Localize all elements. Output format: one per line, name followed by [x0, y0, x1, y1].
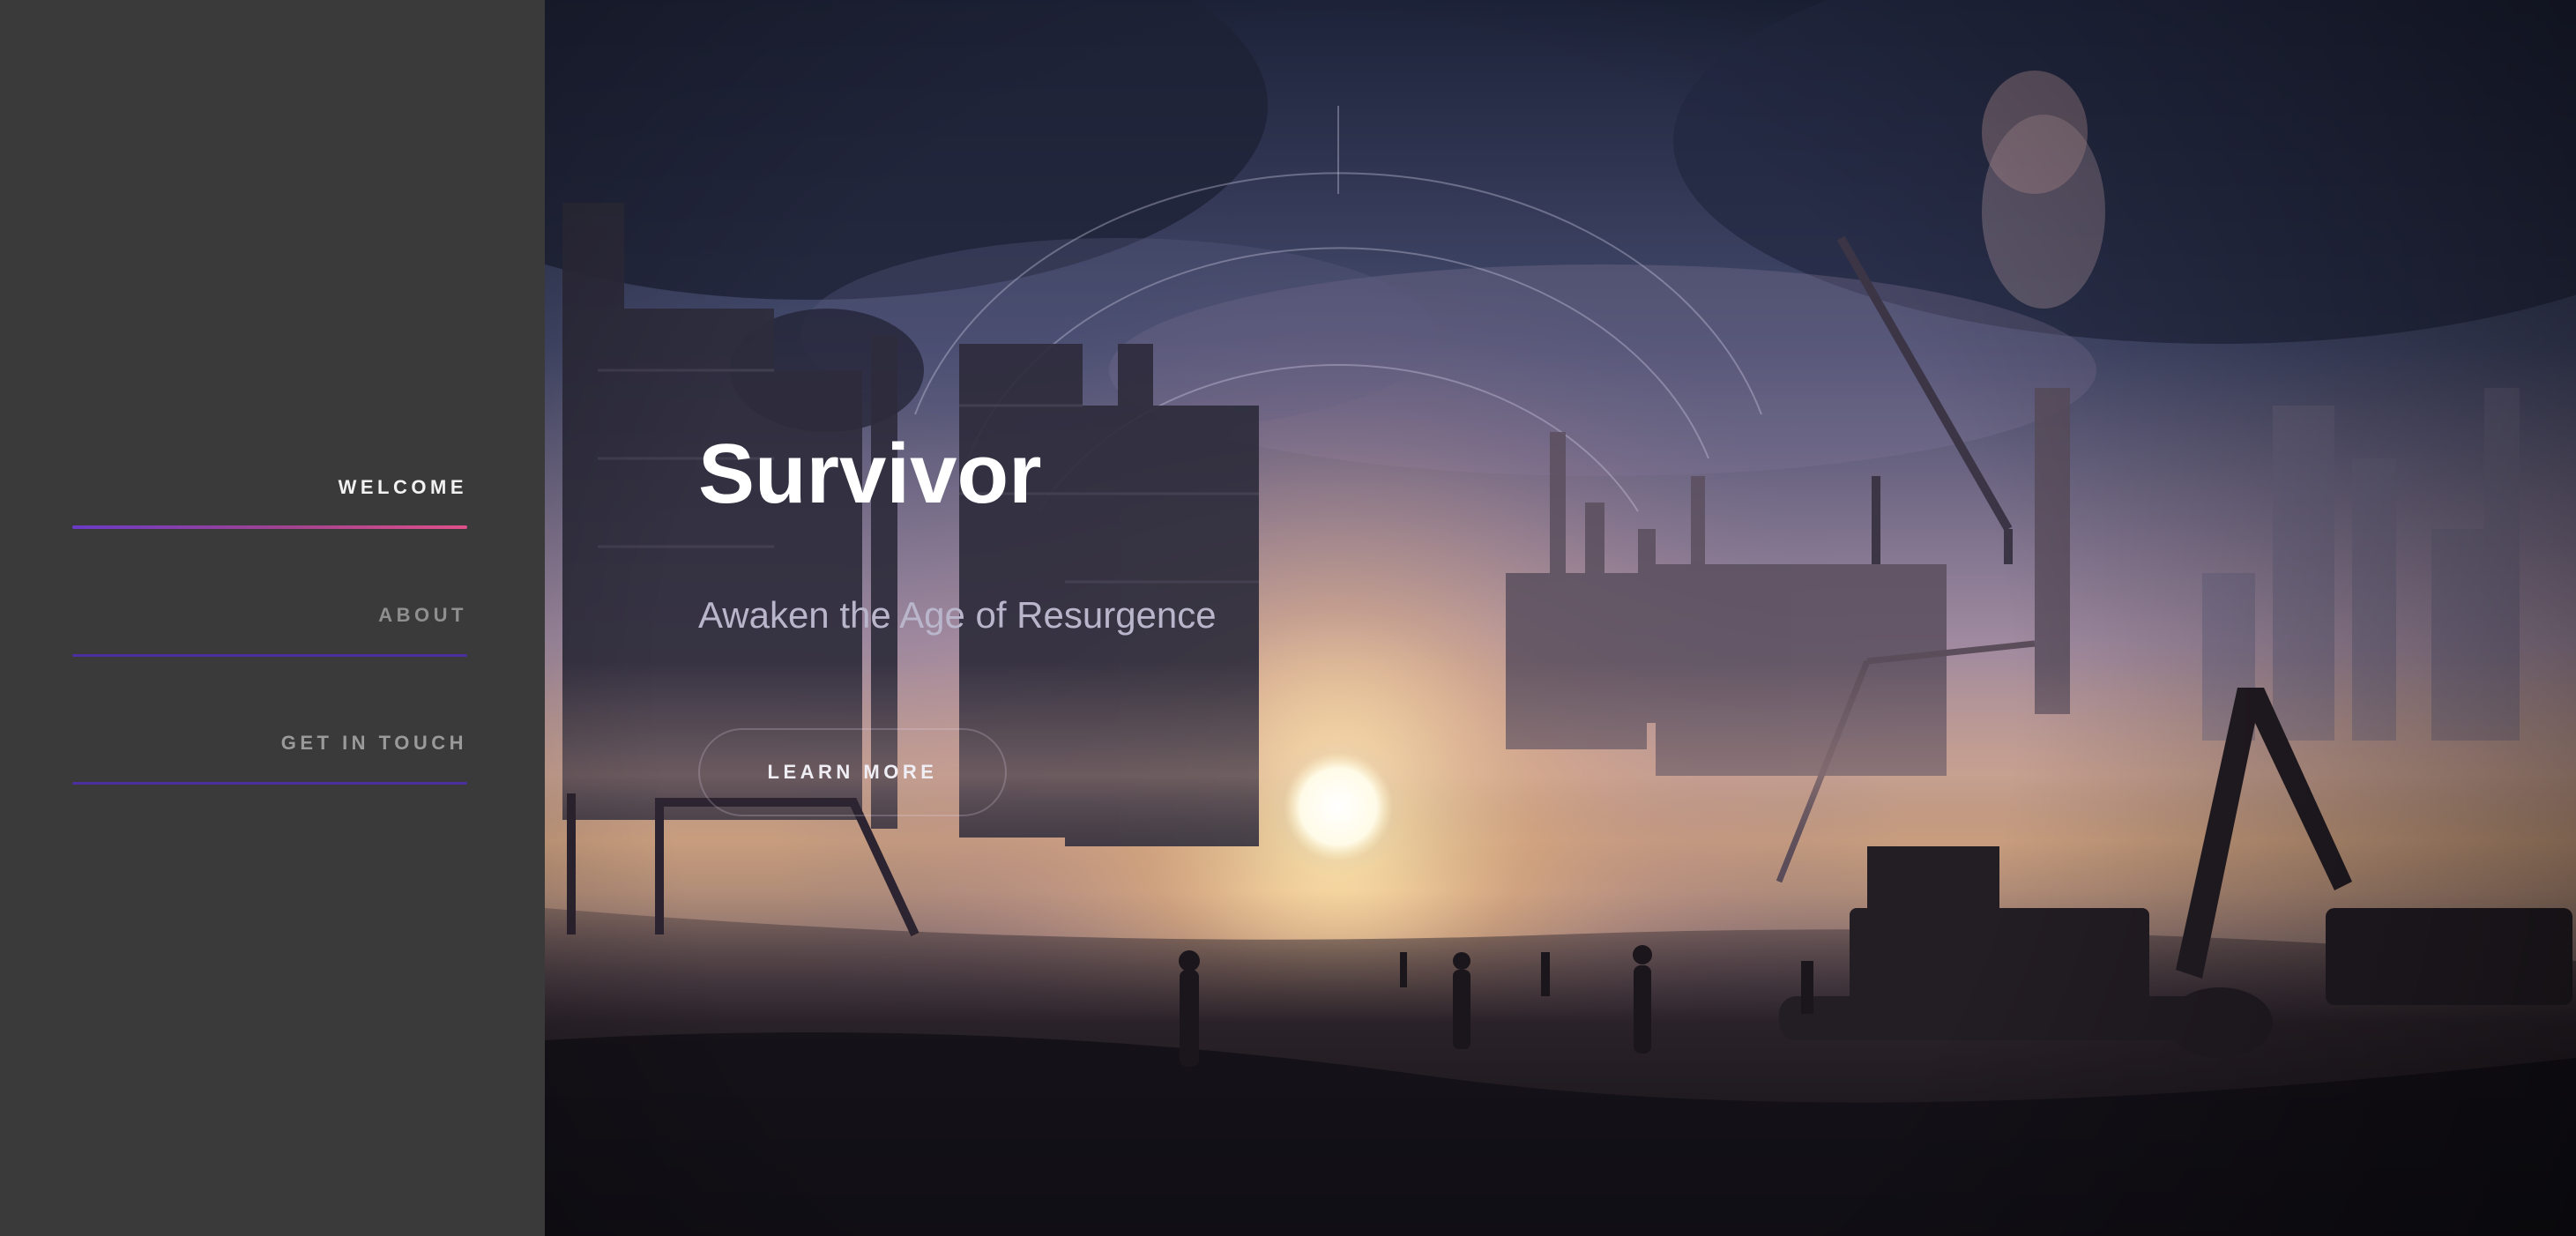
nav-item-welcome[interactable]: WELCOME — [72, 476, 467, 529]
hero-title: Survivor — [698, 427, 1042, 521]
hero-subtitle: Awaken the Age of Resurgence — [698, 594, 1217, 636]
learn-more-button[interactable]: LEARN MORE — [698, 728, 1007, 816]
nav-label-get-in-touch: GET IN TOUCH — [280, 732, 467, 754]
nav-item-about[interactable]: ABOUT — [72, 604, 467, 657]
sidebar-nav: WELCOME ABOUT GET IN TOUCH — [0, 0, 545, 1236]
nav-underline — [72, 782, 467, 785]
nav-underline-active — [72, 525, 467, 529]
nav-item-get-in-touch[interactable]: GET IN TOUCH — [72, 732, 467, 785]
nav-label-welcome: WELCOME — [338, 476, 467, 498]
hero-section: Survivor Awaken the Age of Resurgence LE… — [545, 0, 2576, 1236]
nav-underline — [72, 654, 467, 657]
nav-label-about: ABOUT — [378, 604, 467, 626]
